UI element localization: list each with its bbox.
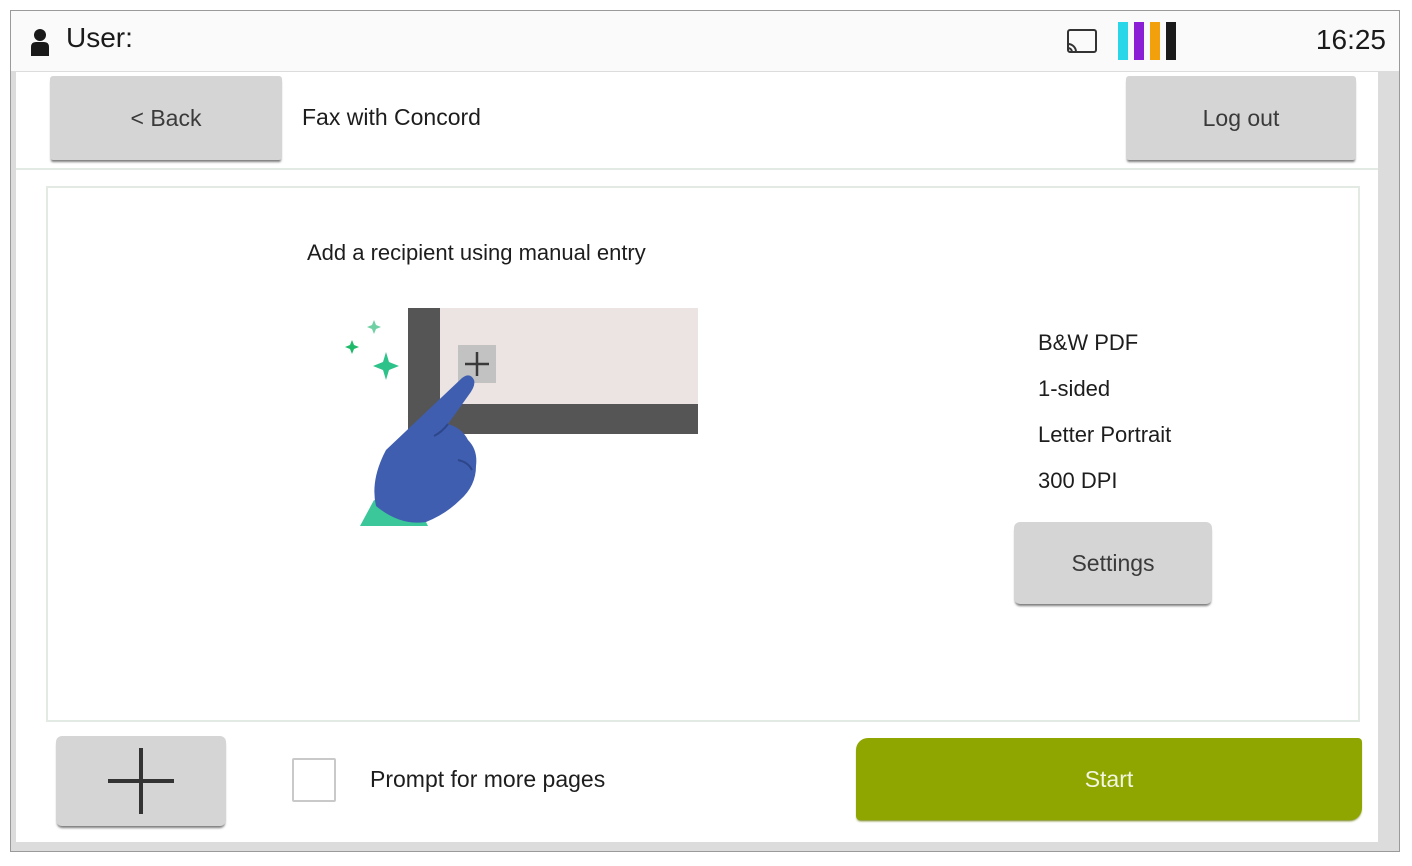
instruction-text: Add a recipient using manual entry: [307, 240, 646, 265]
sparkle-icon: [367, 320, 381, 334]
user-label: User:: [66, 22, 133, 53]
prompt-more-pages-checkbox[interactable]: [292, 758, 336, 802]
settings-button[interactable]: Settings: [1014, 522, 1212, 604]
setting-color-format: B&W PDF: [1038, 330, 1139, 355]
sparkle-icon: [345, 340, 359, 354]
logout-button[interactable]: Log out: [1126, 76, 1356, 160]
setting-resolution: 300 DPI: [1038, 468, 1118, 493]
start-button[interactable]: Start: [856, 738, 1362, 820]
sparkle-icon: [373, 352, 399, 380]
setting-sides: 1-sided: [1038, 376, 1111, 401]
prompt-more-pages-label: Prompt for more pages: [370, 766, 606, 792]
back-button[interactable]: < Back: [50, 76, 282, 160]
status-bar: [11, 11, 1399, 71]
tap-add-recipient-illustration[interactable]: [330, 300, 710, 540]
cast-icon: [1067, 29, 1097, 53]
header-divider: [16, 168, 1378, 170]
plus-icon: [108, 748, 174, 814]
page-title: Fax with Concord: [302, 104, 481, 130]
clock: 16:25: [1315, 24, 1386, 55]
setting-paper: Letter Portrait: [1038, 422, 1172, 447]
user-icon: [31, 29, 49, 56]
settings-summary: B&W PDF 1-sided Letter Portrait 300 DPI: [1038, 330, 1171, 514]
add-recipient-button[interactable]: [56, 736, 226, 826]
ink-level-icon: [1116, 22, 1184, 60]
